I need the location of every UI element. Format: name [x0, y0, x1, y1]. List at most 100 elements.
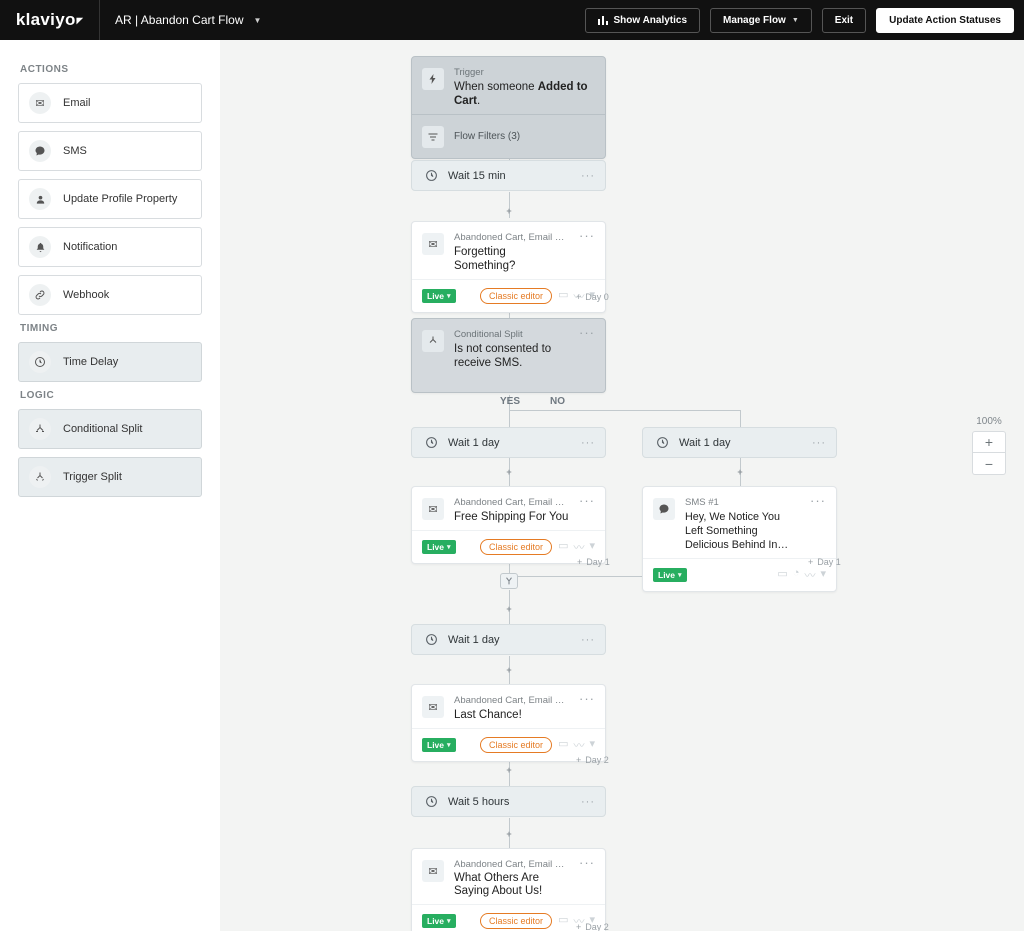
- zoom-in-button[interactable]: +: [972, 431, 1006, 453]
- show-analytics-button[interactable]: Show Analytics: [585, 8, 701, 33]
- card-overline: Abandoned Cart, Email #4 | Show Revie…: [454, 859, 569, 870]
- trigger-title: When someone Added to Cart.: [454, 80, 595, 108]
- clock-icon: [422, 436, 440, 449]
- caret-down-icon: ▼: [792, 17, 799, 24]
- editor-badge[interactable]: Classic editor: [480, 539, 552, 555]
- exit-button[interactable]: Exit: [822, 8, 866, 33]
- add-step-button[interactable]: +: [504, 207, 514, 217]
- editor-badge[interactable]: Classic editor: [480, 913, 552, 929]
- wait-card[interactable]: Wait 1 day ···: [411, 624, 606, 655]
- sidebar-action-email[interactable]: ✉ Email: [18, 83, 202, 123]
- sidebar-logic-conditional-split[interactable]: Conditional Split: [18, 409, 202, 449]
- status-badge-live[interactable]: Live: [653, 568, 687, 582]
- filter-icon[interactable]: ▾: [589, 539, 595, 555]
- card-menu-button[interactable]: ···: [812, 437, 826, 449]
- clock-small-icon[interactable]: ◔: [793, 567, 800, 583]
- card-menu-button[interactable]: ···: [581, 170, 595, 182]
- card-menu-button[interactable]: ···: [579, 232, 595, 273]
- sms-icon: [29, 140, 51, 162]
- wait-card[interactable]: Wait 5 hours ···: [411, 786, 606, 817]
- update-action-statuses-button[interactable]: Update Action Statuses: [876, 8, 1014, 33]
- status-badge-live[interactable]: Live: [422, 540, 456, 554]
- wait-card[interactable]: Wait 15 min ···: [411, 160, 606, 191]
- add-step-button[interactable]: +: [504, 830, 514, 840]
- email-icon: ✉: [422, 498, 444, 520]
- preview-icon[interactable]: ▭: [558, 913, 568, 929]
- card-overline: Abandoned Cart, Email #3 | variation fo…: [454, 695, 569, 706]
- zoom-level: 100%: [972, 416, 1006, 427]
- card-menu-button[interactable]: ···: [579, 859, 595, 898]
- bell-icon: [29, 236, 51, 258]
- add-step-button[interactable]: +: [504, 666, 514, 676]
- clock-icon: [653, 436, 671, 449]
- preview-icon[interactable]: ▭: [777, 567, 787, 583]
- manage-flow-button[interactable]: Manage Flow▼: [710, 8, 812, 33]
- editor-badge[interactable]: Classic editor: [480, 288, 552, 304]
- status-badge-live[interactable]: Live: [422, 738, 456, 752]
- analytics-icon[interactable]: 〰: [804, 567, 815, 583]
- zoom-out-button[interactable]: −: [972, 453, 1006, 475]
- clock-icon: [422, 169, 440, 182]
- sidebar-action-webhook[interactable]: Webhook: [18, 275, 202, 315]
- card-menu-button[interactable]: ···: [581, 437, 595, 449]
- card-menu-button[interactable]: ···: [579, 497, 595, 524]
- card-menu-button[interactable]: ···: [581, 796, 595, 808]
- card-menu-button[interactable]: ···: [810, 497, 826, 552]
- add-step-button[interactable]: +: [504, 766, 514, 776]
- card-title: Is not consented to receive SMS.: [454, 342, 569, 370]
- preview-icon[interactable]: ▭: [558, 539, 568, 555]
- card-title: Hey, We Notice You Left Something Delici…: [685, 510, 800, 552]
- status-badge-live[interactable]: Live: [422, 914, 456, 928]
- connector: [509, 410, 740, 411]
- link-icon: [29, 284, 51, 306]
- sidebar-action-sms[interactable]: SMS: [18, 131, 202, 171]
- flow-title-dropdown[interactable]: AR | Abandon Cart Flow▼: [115, 13, 261, 27]
- status-badge-live[interactable]: Live: [422, 289, 456, 303]
- connector: [509, 410, 510, 427]
- clock-icon: [422, 633, 440, 646]
- analytics-icon[interactable]: 〰: [573, 737, 584, 753]
- trigger-card[interactable]: Trigger When someone Added to Cart. Flow…: [411, 56, 606, 159]
- card-overline: SMS #1: [685, 497, 800, 508]
- card-menu-button[interactable]: ···: [579, 329, 595, 370]
- add-step-button[interactable]: +: [504, 468, 514, 478]
- email-icon: ✉: [422, 233, 444, 255]
- zoom-controls: 100% + −: [972, 416, 1006, 475]
- sms-card[interactable]: SMS #1 Hey, We Notice You Left Something…: [642, 486, 837, 592]
- card-menu-button[interactable]: ···: [579, 695, 595, 722]
- add-step-button[interactable]: +: [504, 605, 514, 615]
- email-card[interactable]: ✉ Abandoned Cart, Email #2 | variation f…: [411, 486, 606, 564]
- editor-badge[interactable]: Classic editor: [480, 737, 552, 753]
- split-yes-label: YES: [500, 396, 520, 407]
- conditional-split-card[interactable]: Conditional Split Is not consented to re…: [411, 318, 606, 393]
- filter-icon[interactable]: ▾: [589, 737, 595, 753]
- analytics-icon[interactable]: 〰: [573, 539, 584, 555]
- card-overline: Conditional Split: [454, 329, 569, 340]
- clock-icon: [29, 351, 51, 373]
- sms-icon: [653, 498, 675, 520]
- wait-card[interactable]: Wait 1 day ···: [411, 427, 606, 458]
- sidebar-action-notification[interactable]: Notification: [18, 227, 202, 267]
- sidebar-heading-timing: TIMING: [20, 323, 202, 334]
- preview-icon[interactable]: ▭: [558, 737, 568, 753]
- preview-icon[interactable]: ▭: [558, 288, 568, 304]
- add-step-button[interactable]: +: [735, 468, 745, 478]
- split-icon: [29, 418, 51, 440]
- email-card[interactable]: ✉ Abandoned Cart, Email #3 | variation f…: [411, 684, 606, 762]
- day-label: +Day 1: [577, 557, 610, 567]
- email-card[interactable]: ✉ Abandoned Cart, Email #4 | Show Revie……: [411, 848, 606, 931]
- card-menu-button[interactable]: ···: [581, 634, 595, 646]
- wait-card[interactable]: Wait 1 day ···: [642, 427, 837, 458]
- person-icon: [29, 188, 51, 210]
- filter-icon[interactable]: ▾: [820, 567, 826, 583]
- filter-icon: [422, 126, 444, 148]
- day-label: +Day 1: [808, 557, 841, 567]
- sidebar-action-update-profile[interactable]: Update Profile Property: [18, 179, 202, 219]
- flow-canvas[interactable]: + + + + + + + + + Trigger When someone A…: [220, 40, 1024, 931]
- sidebar-logic-trigger-split[interactable]: Trigger Split: [18, 457, 202, 497]
- sidebar-timing-time-delay[interactable]: Time Delay: [18, 342, 202, 382]
- sidebar-heading-actions: ACTIONS: [20, 64, 202, 75]
- bar-chart-icon: [598, 15, 608, 25]
- flow-filters-button[interactable]: Flow Filters (3): [412, 114, 605, 158]
- split-icon: [422, 330, 444, 352]
